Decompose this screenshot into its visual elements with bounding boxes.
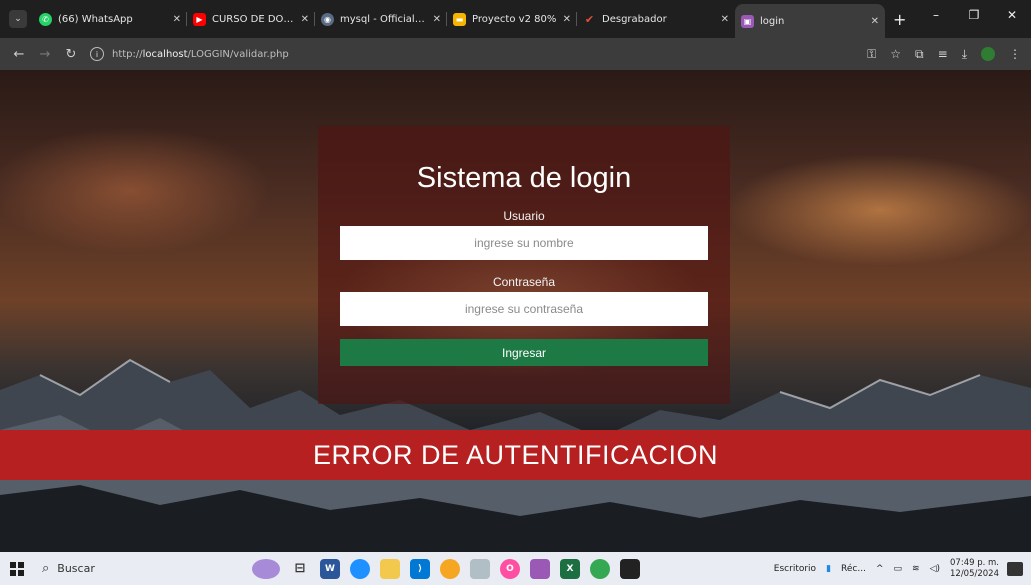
docker-icon: ◉ <box>321 12 334 26</box>
battery-icon[interactable]: ▭ <box>894 564 903 574</box>
weather-label[interactable]: Réc... <box>841 564 866 574</box>
download-icon[interactable]: ⤓ <box>962 47 967 62</box>
password-key-icon[interactable]: ⚿ <box>867 47 876 62</box>
close-tab-icon[interactable]: ✕ <box>871 16 879 27</box>
error-banner: ERROR DE AUTENTIFICACION <box>0 430 1031 480</box>
close-tab-icon[interactable]: ✕ <box>433 14 441 25</box>
clock-date: 12/05/2024 <box>950 568 999 579</box>
forward-icon[interactable]: → <box>32 47 58 62</box>
window-controls: – ❐ ✕ <box>917 0 1031 30</box>
desktop-label[interactable]: Escritorio <box>774 564 816 574</box>
whatsapp-icon: ✆ <box>39 12 52 26</box>
system-tray: Escritorio ▮ Réc... ^ ▭ ≋ ◁) 07:49 p. m.… <box>774 552 1031 585</box>
password-label: Contraseña <box>492 275 556 289</box>
chrome-canary-icon[interactable] <box>440 558 460 579</box>
page-icon: ▣ <box>741 14 754 28</box>
minimize-button[interactable]: – <box>917 8 955 22</box>
vscode-icon[interactable]: ⟩ <box>410 558 430 579</box>
file-explorer-icon[interactable] <box>380 558 400 579</box>
slides-icon: ▬ <box>453 12 466 26</box>
profile-avatar-icon[interactable] <box>981 47 995 61</box>
youtube-icon: ▶ <box>193 12 206 26</box>
taskbar-clock[interactable]: 07:49 p. m. 12/05/2024 <box>950 558 999 580</box>
user-label: Usuario <box>503 209 545 223</box>
back-icon[interactable]: ← <box>6 47 32 62</box>
reading-list-icon[interactable]: ≡ <box>938 47 948 61</box>
extensions-icon[interactable]: ⧉ <box>915 47 924 62</box>
new-tab-button[interactable]: + <box>893 10 906 29</box>
tab-mysql[interactable]: ◉ mysql - Official Imag ✕ <box>315 4 447 34</box>
search-label: Buscar <box>57 562 95 575</box>
tab-curso-docker[interactable]: ▶ CURSO DE DOCKER ✕ <box>187 4 315 34</box>
edge-icon[interactable] <box>350 558 370 579</box>
bookmark-star-icon[interactable]: ☆ <box>890 47 901 61</box>
close-window-button[interactable]: ✕ <box>993 8 1031 22</box>
notepad-icon[interactable] <box>470 558 490 579</box>
close-tab-icon[interactable]: ✕ <box>301 14 309 25</box>
url-prefix: http:// <box>112 48 143 60</box>
terminal-icon[interactable] <box>620 558 640 579</box>
site-info-icon[interactable]: i <box>90 47 104 61</box>
reload-icon[interactable]: ↻ <box>58 47 84 62</box>
check-icon: ✔ <box>584 12 595 26</box>
url-host: localhost <box>142 48 188 60</box>
url-path: /LOGGIN/validar.php <box>187 48 289 60</box>
word-icon[interactable]: W <box>320 558 340 579</box>
error-message: ERROR DE AUTENTIFICACION <box>312 439 719 470</box>
volume-icon[interactable]: ◁) <box>930 564 940 574</box>
close-tab-icon[interactable]: ✕ <box>173 14 181 25</box>
browser-toolbar: ← → ↻ i http://localhost/LOGGIN/validar.… <box>0 38 1031 70</box>
chrome-icon[interactable] <box>590 558 610 579</box>
login-title: Sistema de login <box>416 162 632 194</box>
login-form: Sistema de login Usuario Contraseña Ingr… <box>318 126 730 404</box>
close-tab-icon[interactable]: ✕ <box>721 14 729 25</box>
browser-tab-strip: ⌄ ✆ (66) WhatsApp ✕ ▶ CURSO DE DOCKER ✕ … <box>0 0 1031 38</box>
browser-tools: ⚿ ☆ ⧉ ≡ ⤓ ⋮ <box>853 47 1021 62</box>
notification-icon[interactable] <box>1007 561 1023 576</box>
menu-dots-icon[interactable]: ⋮ <box>1009 47 1021 61</box>
page-content: Sistema de login Usuario Contraseña Ingr… <box>0 70 1031 552</box>
tab-desgrabador[interactable]: ✔ Desgrabador ✕ <box>577 4 735 34</box>
excel-icon[interactable]: X <box>560 558 580 579</box>
taskbar-search[interactable]: ⌕ Buscar <box>42 561 232 576</box>
weather-icon[interactable]: ▮ <box>826 564 831 574</box>
wifi-icon[interactable]: ≋ <box>912 564 920 574</box>
tray-chevron-icon[interactable]: ^ <box>876 564 884 574</box>
app-purple-icon[interactable] <box>530 558 550 579</box>
submit-button[interactable]: Ingresar <box>340 339 708 366</box>
task-view-icon[interactable]: ⊟ <box>290 559 310 579</box>
password-input[interactable] <box>340 292 708 326</box>
taskbar: ⌕ Buscar ⊟ W ⟩ O X Escritorio ▮ Réc... ^… <box>0 552 1031 585</box>
tab-proyecto[interactable]: ▬ Proyecto v2 80% ✕ <box>447 4 577 34</box>
chevron-down-icon[interactable]: ⌄ <box>9 10 27 28</box>
tab-whatsapp[interactable]: ✆ (66) WhatsApp ✕ <box>33 4 187 34</box>
taskbar-apps: ⊟ W ⟩ O X <box>252 558 650 579</box>
search-icon: ⌕ <box>42 561 50 576</box>
windows-start-icon[interactable] <box>10 561 24 576</box>
user-input[interactable] <box>340 226 708 260</box>
widget-icon[interactable] <box>252 558 280 579</box>
tab-login[interactable]: ▣ login ✕ <box>735 4 885 38</box>
restore-button[interactable]: ❐ <box>955 8 993 22</box>
close-tab-icon[interactable]: ✕ <box>563 14 571 25</box>
opera-icon[interactable]: O <box>500 558 520 579</box>
clock-time: 07:49 p. m. <box>950 557 999 568</box>
address-bar[interactable]: i http://localhost/LOGGIN/validar.php <box>90 43 853 65</box>
